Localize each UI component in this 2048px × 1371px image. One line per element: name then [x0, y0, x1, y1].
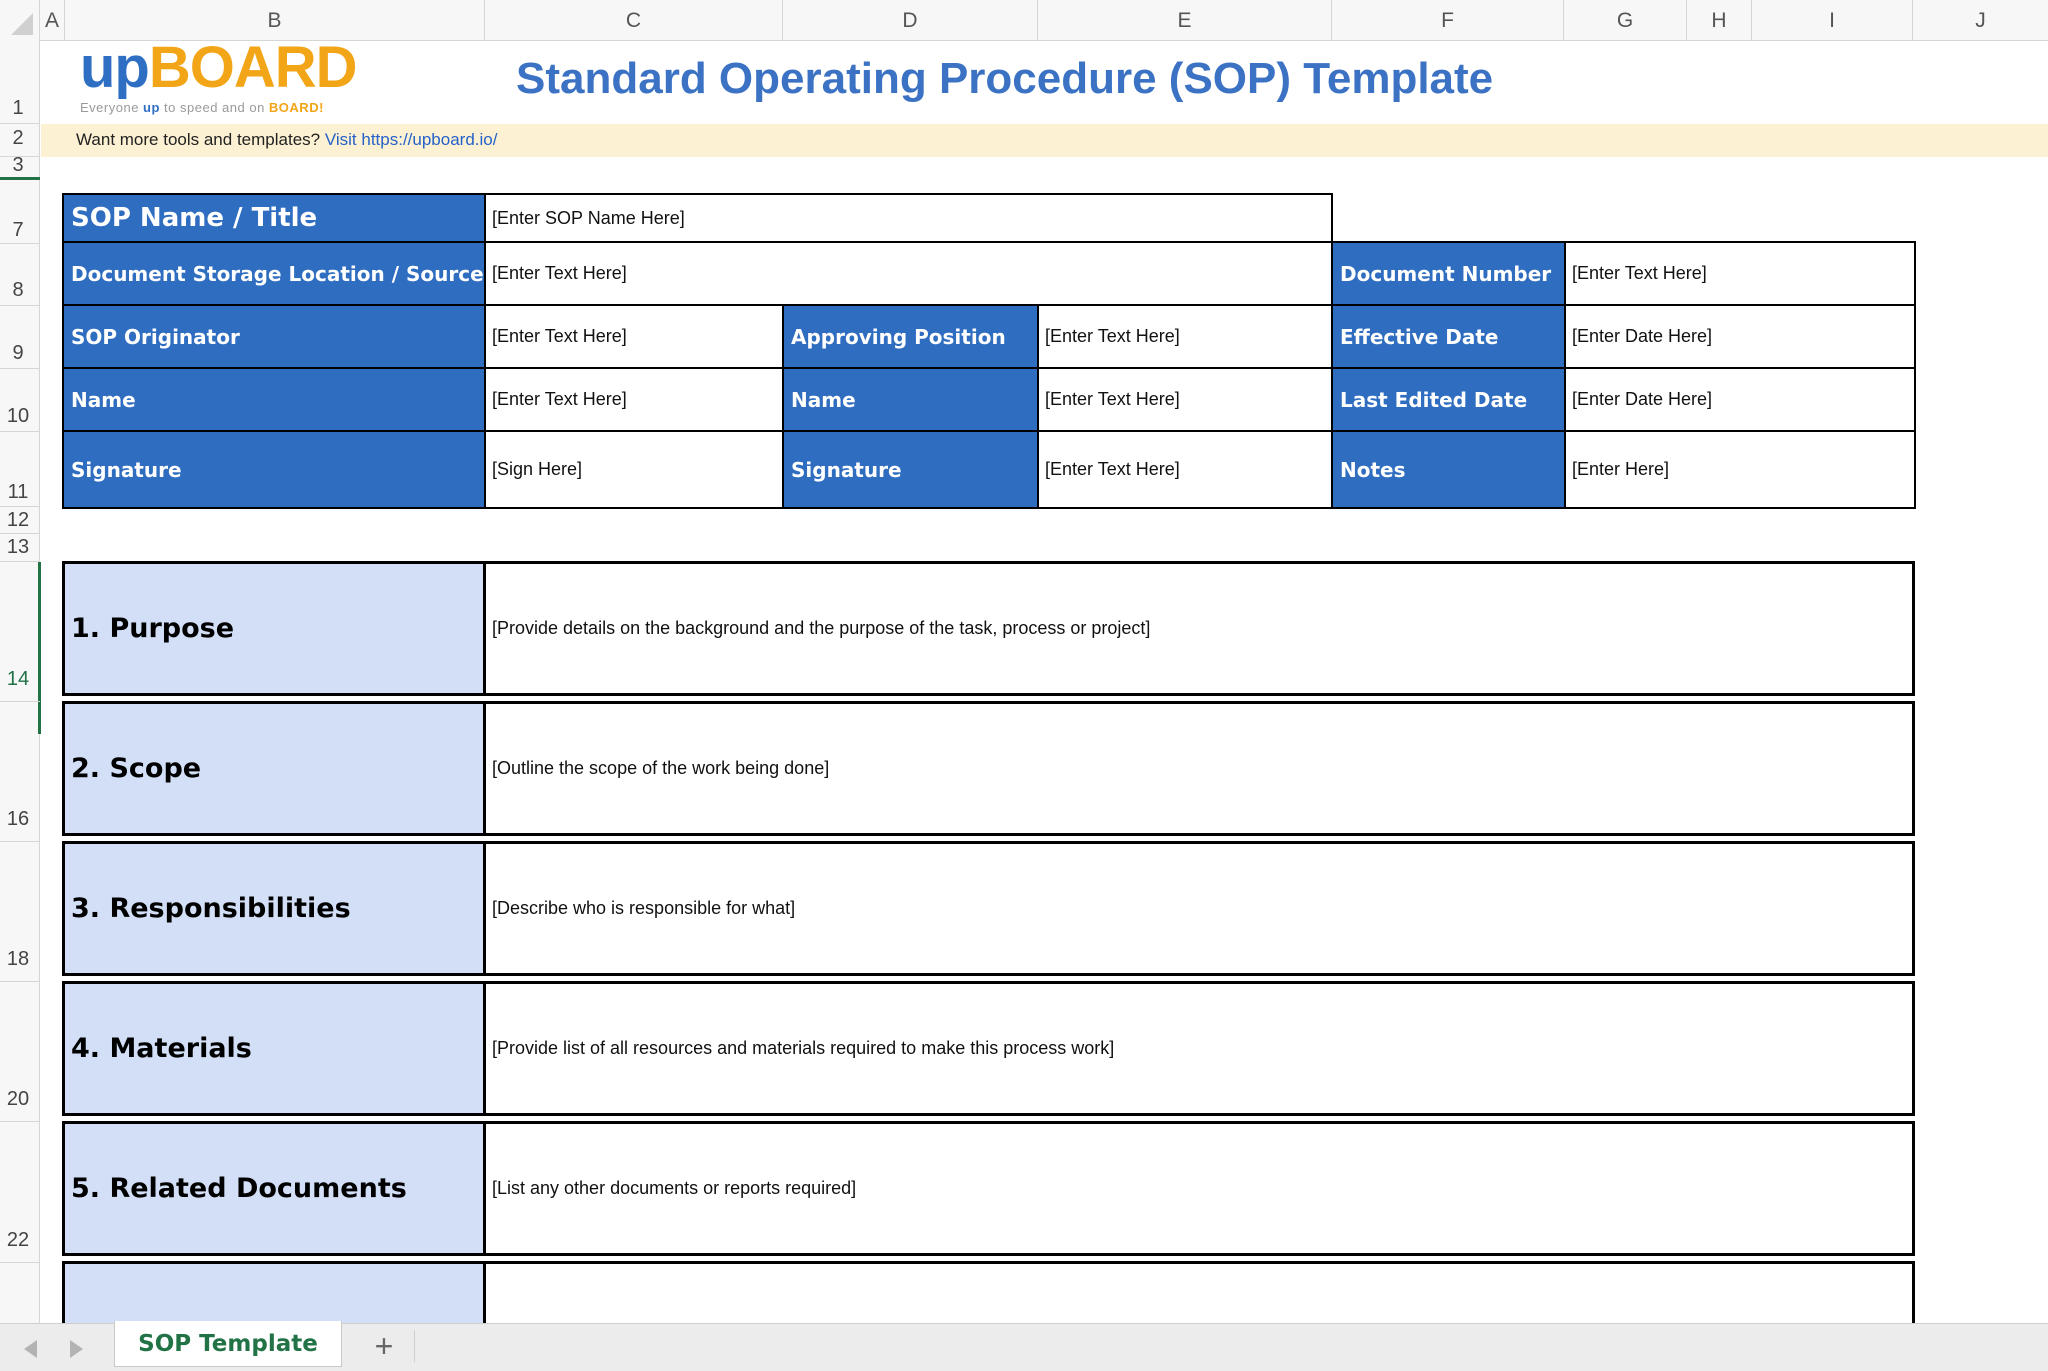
row-header-18[interactable]: 18	[0, 948, 36, 971]
spreadsheet-app: A B C D E F G H I J 1 2 3 7 8 9 10 11 12…	[0, 0, 2048, 1371]
logo-tagline: Everyone up to speed and on BOARD!	[80, 100, 324, 115]
add-sheet-button[interactable]: +	[366, 1328, 402, 1364]
tab-divider	[414, 1330, 415, 1362]
name-label: Name	[782, 367, 1039, 432]
tagline-text: to speed and on	[159, 100, 269, 115]
row-header-20[interactable]: 20	[0, 1088, 36, 1111]
logo-board-text: BOARD	[148, 35, 358, 100]
tagline-text: Everyone	[80, 100, 144, 115]
scroll-tabs-right-icon[interactable]	[70, 1340, 83, 1358]
row-divider	[0, 368, 40, 369]
row-header-1[interactable]: 1	[0, 97, 36, 120]
promo-message: Want more tools and templates?	[76, 130, 325, 149]
section-related-documents-title: 5. Related Documents	[62, 1121, 487, 1256]
signature-label: Signature	[62, 430, 486, 509]
column-header-h[interactable]: H	[1687, 0, 1752, 41]
section-materials-title: 4. Materials	[62, 981, 487, 1116]
row-divider	[0, 123, 40, 124]
promo-text: Want more tools and templates? Visit htt…	[76, 130, 497, 150]
row-divider	[0, 841, 40, 842]
section-next-body[interactable]	[483, 1261, 1915, 1331]
row-header-22[interactable]: 22	[0, 1229, 36, 1252]
row-header-16[interactable]: 16	[0, 808, 36, 831]
name-label: Name	[62, 367, 486, 432]
sop-originator-label: SOP Originator	[62, 304, 486, 369]
section-scope-title: 2. Scope	[62, 701, 487, 836]
row-header-9[interactable]: 9	[0, 342, 36, 365]
sop-name-label: SOP Name / Title	[62, 193, 486, 243]
logo-up-text: up	[80, 35, 150, 100]
row-header-3[interactable]: 3	[0, 154, 36, 177]
row-divider	[0, 701, 40, 702]
column-header-j[interactable]: J	[1913, 0, 2048, 41]
select-all-corner[interactable]	[0, 0, 40, 41]
row-header-7[interactable]: 7	[0, 219, 36, 242]
tagline-board: BOARD!	[268, 100, 324, 115]
page-title: Standard Operating Procedure (SOP) Templ…	[516, 54, 1494, 103]
row-header-bar: 1 2 3 7 8 9 10 11 12 13 14 16 18 20 22	[0, 41, 41, 1325]
row-header-2[interactable]: 2	[0, 127, 36, 150]
approving-position-label: Approving Position	[782, 304, 1039, 369]
notes-input[interactable]: [Enter Here]	[1564, 430, 1916, 509]
tagline-up: up	[143, 100, 160, 115]
sop-originator-input[interactable]: [Enter Text Here]	[484, 304, 784, 369]
row-divider	[0, 431, 40, 432]
section-purpose-title: 1. Purpose	[62, 561, 487, 696]
row-header-12[interactable]: 12	[0, 509, 36, 532]
storage-location-label: Document Storage Location / Source	[62, 241, 486, 306]
section-scope-body[interactable]: [Outline the scope of the work being don…	[483, 701, 1915, 836]
upboard-logo: upBOARD	[80, 34, 358, 101]
row-header-14[interactable]: 14	[0, 668, 36, 691]
active-row-indicator	[38, 562, 41, 734]
column-header-g[interactable]: G	[1564, 0, 1687, 41]
row-divider	[0, 981, 40, 982]
row-divider	[0, 561, 40, 562]
notes-label: Notes	[1331, 430, 1566, 509]
last-edited-date-input[interactable]: [Enter Date Here]	[1564, 367, 1916, 432]
row-divider	[0, 243, 40, 244]
effective-date-label: Effective Date	[1331, 304, 1566, 369]
column-header-d[interactable]: D	[783, 0, 1038, 41]
column-header-i[interactable]: I	[1752, 0, 1913, 41]
column-header-c[interactable]: C	[485, 0, 783, 41]
document-number-label: Document Number	[1331, 241, 1566, 306]
hidden-rows-marker[interactable]	[0, 177, 40, 180]
column-header-f[interactable]: F	[1332, 0, 1564, 41]
row-divider	[0, 506, 40, 507]
row-header-13[interactable]: 13	[0, 536, 36, 559]
column-header-a[interactable]: A	[40, 0, 65, 41]
last-edited-date-label: Last Edited Date	[1331, 367, 1566, 432]
approver-name-input[interactable]: [Enter Text Here]	[1037, 367, 1333, 432]
section-related-documents-body[interactable]: [List any other documents or reports req…	[483, 1121, 1915, 1256]
promo-link[interactable]: Visit https://upboard.io/	[325, 130, 498, 149]
sheet-tab-sop-template[interactable]: SOP Template	[114, 1321, 342, 1367]
section-responsibilities-title: 3. Responsibilities	[62, 841, 487, 976]
column-header-e[interactable]: E	[1038, 0, 1332, 41]
section-responsibilities-body[interactable]: [Describe who is responsible for what]	[483, 841, 1915, 976]
document-number-input[interactable]: [Enter Text Here]	[1564, 241, 1916, 306]
section-materials-body[interactable]: [Provide list of all resources and mater…	[483, 981, 1915, 1116]
approver-signature-input[interactable]: [Enter Text Here]	[1037, 430, 1333, 509]
effective-date-input[interactable]: [Enter Date Here]	[1564, 304, 1916, 369]
row-divider	[0, 1262, 40, 1263]
originator-signature-input[interactable]: [Sign Here]	[484, 430, 784, 509]
signature-label: Signature	[782, 430, 1039, 509]
approving-position-input[interactable]: [Enter Text Here]	[1037, 304, 1333, 369]
originator-name-input[interactable]: [Enter Text Here]	[484, 367, 784, 432]
sop-name-input[interactable]: [Enter SOP Name Here]	[484, 193, 1333, 243]
section-purpose-body[interactable]: [Provide details on the background and t…	[483, 561, 1915, 696]
row-header-11[interactable]: 11	[0, 481, 36, 504]
row-header-8[interactable]: 8	[0, 279, 36, 302]
storage-location-input[interactable]: [Enter Text Here]	[484, 241, 1333, 306]
scroll-tabs-left-icon[interactable]	[24, 1340, 37, 1358]
row-header-10[interactable]: 10	[0, 405, 36, 428]
row-divider	[0, 305, 40, 306]
row-divider	[0, 533, 40, 534]
row-divider	[0, 1121, 40, 1122]
